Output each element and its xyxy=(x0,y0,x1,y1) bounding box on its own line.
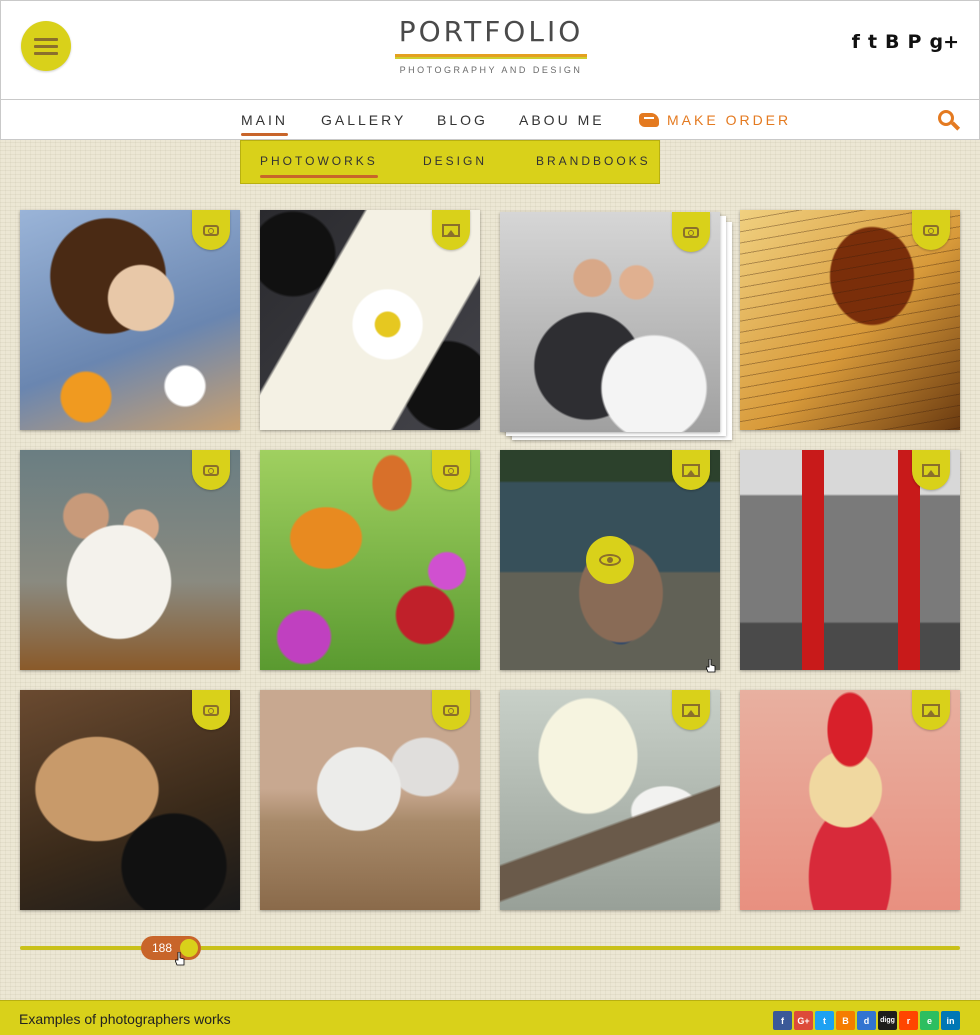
share-delicious-icon[interactable]: d xyxy=(857,1011,876,1030)
header: PORTFOLIO PHOTOGRAPHY AND DESIGN f t B P… xyxy=(0,0,980,100)
hamburger-menu-button[interactable] xyxy=(21,21,71,71)
pinterest-icon[interactable]: P xyxy=(908,31,922,53)
menu-icon xyxy=(34,37,58,41)
cursor-hand-icon xyxy=(175,952,185,966)
gallery-tile[interactable] xyxy=(20,210,240,430)
picture-badge xyxy=(912,690,950,730)
camera-icon xyxy=(443,704,459,716)
twitter-icon[interactable]: t xyxy=(868,31,877,53)
picture-badge xyxy=(432,210,470,250)
share-blogger-icon[interactable]: B xyxy=(836,1011,855,1030)
main-nav: MAIN GALLERY BLOG ABOU ME MAKE ORDER xyxy=(0,100,980,140)
picture-badge xyxy=(672,450,710,490)
search-icon[interactable] xyxy=(938,110,961,132)
logo[interactable]: PORTFOLIO PHOTOGRAPHY AND DESIGN xyxy=(395,15,587,75)
picture-icon xyxy=(682,703,700,717)
gallery-tile[interactable] xyxy=(260,450,480,670)
gallery-tile[interactable] xyxy=(20,450,240,670)
gallery-tile[interactable] xyxy=(260,210,480,430)
camera-icon xyxy=(203,464,219,476)
blogger-icon[interactable]: B xyxy=(885,31,899,53)
camera-badge xyxy=(192,690,230,730)
eye-icon xyxy=(599,554,621,566)
share-evernote-icon[interactable]: e xyxy=(920,1011,939,1030)
gallery-tile[interactable] xyxy=(500,212,720,432)
share-facebook-icon[interactable]: f xyxy=(773,1011,792,1030)
nav-item-about[interactable]: ABOU ME xyxy=(519,112,605,128)
gallery-tile[interactable] xyxy=(740,210,960,430)
camera-badge xyxy=(912,210,950,250)
gallery-tile[interactable] xyxy=(500,690,720,910)
logo-subtitle: PHOTOGRAPHY AND DESIGN xyxy=(399,65,583,75)
picture-icon xyxy=(922,463,940,477)
camera-badge xyxy=(192,450,230,490)
camera-icon xyxy=(203,224,219,236)
gallery-tile[interactable] xyxy=(740,450,960,670)
nav-item-blog[interactable]: BLOG xyxy=(437,112,488,128)
footer: Examples of photographers works f G+ t B… xyxy=(0,1000,980,1035)
share-linkedin-icon[interactable]: in xyxy=(941,1011,960,1030)
nav-item-make-order[interactable]: MAKE ORDER xyxy=(639,112,791,128)
share-reddit-icon[interactable]: r xyxy=(899,1011,918,1030)
view-button[interactable] xyxy=(586,536,634,584)
camera-icon xyxy=(923,224,939,236)
share-buttons: f G+ t B d digg r e in xyxy=(773,1011,960,1030)
gallery-tile[interactable] xyxy=(740,690,960,910)
gallery-tile-hovered[interactable] xyxy=(500,450,720,670)
picture-icon xyxy=(442,223,460,237)
cursor-hand-icon xyxy=(706,659,716,673)
gallery-tile[interactable] xyxy=(20,690,240,910)
gallery-tile[interactable] xyxy=(260,690,480,910)
logo-title: PORTFOLIO xyxy=(398,15,584,48)
nav-item-gallery[interactable]: GALLERY xyxy=(321,112,406,128)
camera-icon xyxy=(203,704,219,716)
picture-icon xyxy=(922,703,940,717)
share-digg-icon[interactable]: digg xyxy=(878,1011,897,1030)
camera-badge xyxy=(432,690,470,730)
camera-icon xyxy=(443,464,459,476)
slider-value: 188 xyxy=(152,941,173,955)
share-google-plus-icon[interactable]: G+ xyxy=(794,1011,813,1030)
footer-text: Examples of photographers works xyxy=(19,1011,231,1027)
facebook-icon[interactable]: f xyxy=(852,31,860,53)
subnav-item-brandbooks[interactable]: BRANDBOOKS xyxy=(536,154,651,168)
camera-icon xyxy=(683,226,699,238)
camera-badge xyxy=(432,450,470,490)
header-social-links: f t B P g+ xyxy=(852,31,959,53)
gallery-slider-thumb[interactable]: 188 xyxy=(141,936,201,960)
nav-item-main[interactable]: MAIN xyxy=(241,112,288,136)
sub-nav: PHOTOWORKS DESIGN BRANDBOOKS xyxy=(240,140,660,184)
subnav-item-design[interactable]: DESIGN xyxy=(423,154,487,168)
picture-badge xyxy=(672,690,710,730)
subnav-item-photoworks[interactable]: PHOTOWORKS xyxy=(260,154,378,178)
picture-badge xyxy=(912,450,950,490)
camera-badge xyxy=(192,210,230,250)
picture-icon xyxy=(682,463,700,477)
camera-badge xyxy=(672,212,710,252)
share-twitter-icon[interactable]: t xyxy=(815,1011,834,1030)
google-plus-icon[interactable]: g+ xyxy=(929,31,959,53)
handshake-icon xyxy=(639,113,659,127)
logo-divider xyxy=(395,54,587,59)
make-order-label: MAKE ORDER xyxy=(667,112,792,128)
